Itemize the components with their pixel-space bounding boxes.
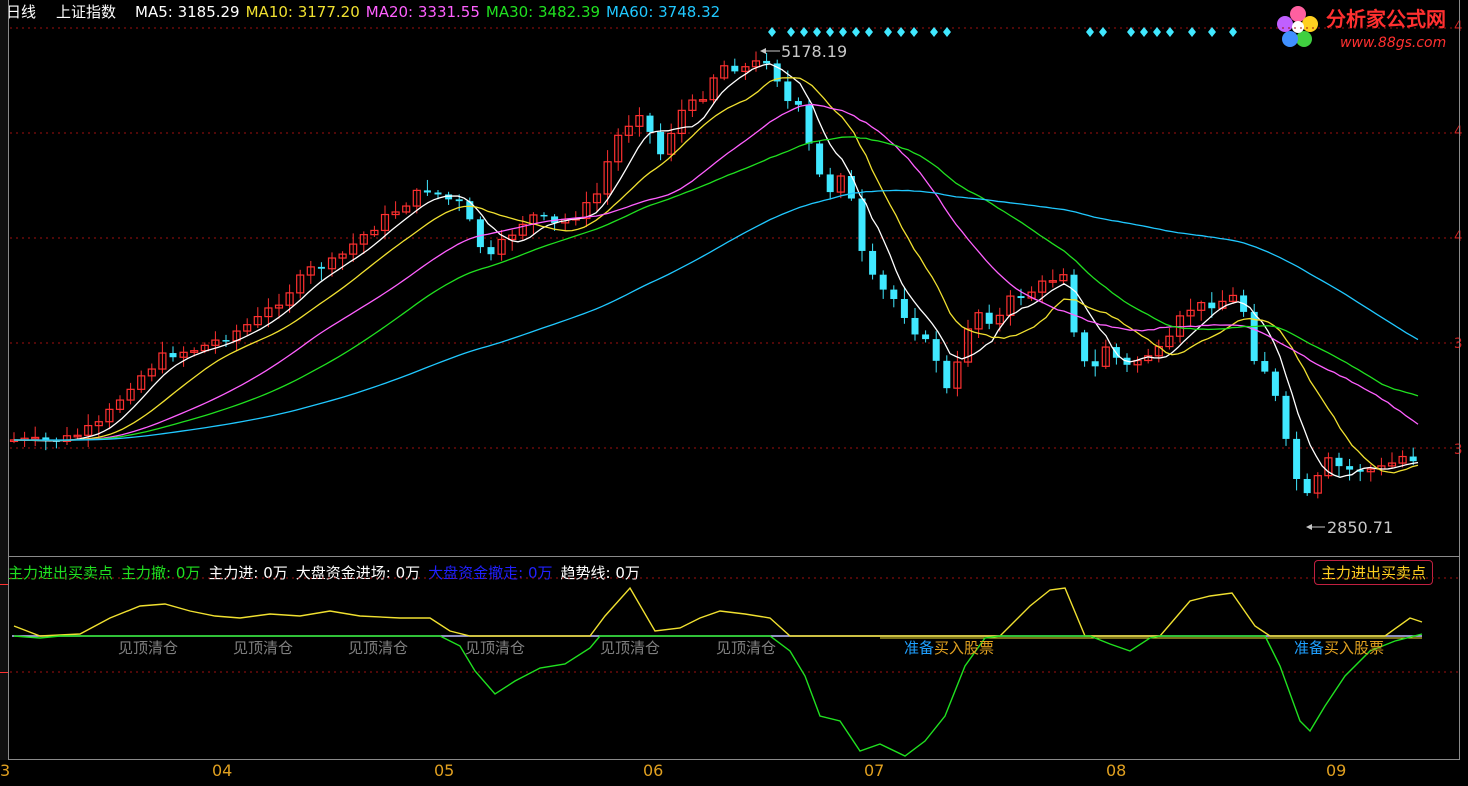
- y-tick-label: 4: [1454, 19, 1468, 35]
- candle-down: [1282, 395, 1290, 439]
- x-tick-label: 05: [434, 761, 455, 780]
- sell-signal-label: 见顶清仓: [348, 639, 409, 657]
- candle-down: [169, 353, 177, 358]
- candle-down: [890, 289, 898, 300]
- candle-down: [985, 312, 993, 324]
- candle-down: [731, 65, 739, 72]
- signal-diamond: [865, 27, 873, 37]
- ma60-line: [13, 189, 1419, 441]
- signal-diamond: [884, 27, 892, 37]
- signal-diamond: [800, 27, 808, 37]
- candle-down: [900, 299, 908, 318]
- signal-diamond: [1208, 27, 1216, 37]
- high-annotation: 5178.19: [781, 42, 848, 61]
- candle-down: [1091, 361, 1099, 367]
- buy-signal-prefix: 准备: [1294, 639, 1325, 657]
- axis-tick: [0, 672, 8, 673]
- left-gutter: [0, 0, 8, 556]
- axis-tick: [0, 584, 8, 585]
- candle-down: [1293, 438, 1301, 479]
- sell-signal-label: 见顶清仓: [233, 639, 294, 657]
- y-tick-label: 3: [1454, 442, 1468, 458]
- signal-diamond: [768, 27, 776, 37]
- ma30-line: [13, 136, 1419, 441]
- candle-down: [858, 198, 866, 251]
- candle-down: [1346, 466, 1354, 470]
- x-tick-label: 07: [864, 761, 885, 780]
- candle-down: [763, 60, 771, 64]
- ma5-line: [13, 63, 1419, 478]
- y-tick-label: 3: [1454, 336, 1468, 352]
- candle-down: [911, 317, 919, 335]
- candle-down: [455, 199, 463, 202]
- candle-down: [879, 274, 887, 290]
- buy-signal-label: 准备买入股票: [904, 637, 994, 658]
- candle-down: [476, 219, 484, 248]
- trend-line: [13, 586, 1423, 637]
- candle-down: [784, 81, 792, 102]
- signal-diamond: [1086, 27, 1094, 37]
- candle-down: [1081, 332, 1089, 362]
- candle-down: [1303, 478, 1311, 494]
- buy-signal-prefix: 准备: [904, 639, 935, 657]
- x-tick-label: 09: [1326, 761, 1347, 780]
- ma10-line: [13, 77, 1419, 474]
- candle-down: [932, 339, 940, 361]
- x-tick-label: 08: [1106, 761, 1127, 780]
- x-tick-label: 04: [212, 761, 233, 780]
- candle-down: [1271, 371, 1279, 396]
- buy-signal-text: 买入股票: [1324, 639, 1385, 657]
- candle-down: [1409, 456, 1417, 462]
- candle-down: [816, 143, 824, 175]
- y-tick-label: 4: [1454, 229, 1468, 245]
- candlestick-chart[interactable]: [0, 0, 1468, 556]
- high-marker-arrow: [760, 48, 766, 54]
- left-gutter: [0, 556, 8, 760]
- sell-signal-label: 见顶清仓: [716, 639, 777, 657]
- candle-down: [1261, 361, 1269, 372]
- candle-down: [869, 250, 877, 275]
- stock-chart-window: 日线 上证指数 MA5: 3185.29 MA10: 3177.20 MA20: 3…: [0, 0, 1468, 786]
- y-tick-label: 4: [1454, 124, 1468, 140]
- buy-signal-label: 准备买入股票: [1294, 637, 1384, 658]
- candle-down: [657, 131, 665, 155]
- candle-down: [434, 192, 442, 195]
- candle-down: [540, 214, 548, 217]
- candle-down: [487, 247, 495, 255]
- signal-diamond: [1188, 27, 1196, 37]
- signal-diamond: [1140, 27, 1148, 37]
- signal-diamond: [1153, 27, 1161, 37]
- candle-down: [1208, 302, 1216, 309]
- candle-down: [317, 266, 325, 269]
- candle-down: [222, 340, 230, 342]
- candle-down: [445, 194, 453, 200]
- x-tick-label: 06: [643, 761, 664, 780]
- candle-down: [1070, 274, 1078, 333]
- sell-signal-label: 见顶清仓: [600, 639, 661, 657]
- ma20-line: [13, 103, 1419, 441]
- signal-diamond: [943, 27, 951, 37]
- signal-diamond: [1099, 27, 1107, 37]
- x-tick-label: 3: [0, 761, 11, 780]
- low-marker-arrow: [1306, 524, 1312, 530]
- indicator-chart[interactable]: [0, 556, 1468, 760]
- buy-signal-text: 买入股票: [934, 639, 995, 657]
- signal-diamond: [930, 27, 938, 37]
- candle-down: [794, 101, 802, 105]
- signal-diamond: [852, 27, 860, 37]
- candle-down: [1017, 296, 1025, 299]
- candle-down: [646, 115, 654, 132]
- candle-down: [1335, 457, 1343, 467]
- candle-down: [423, 190, 431, 193]
- candle-down: [943, 360, 951, 389]
- signal-diamond: [787, 27, 795, 37]
- candle-down: [826, 174, 834, 193]
- signal-diamond: [1166, 27, 1174, 37]
- candle-down: [805, 104, 813, 144]
- low-annotation: 2850.71: [1327, 518, 1394, 537]
- sell-signal-label: 见顶清仓: [465, 639, 526, 657]
- sell-signal-label: 见顶清仓: [118, 639, 179, 657]
- candle-down: [922, 334, 930, 340]
